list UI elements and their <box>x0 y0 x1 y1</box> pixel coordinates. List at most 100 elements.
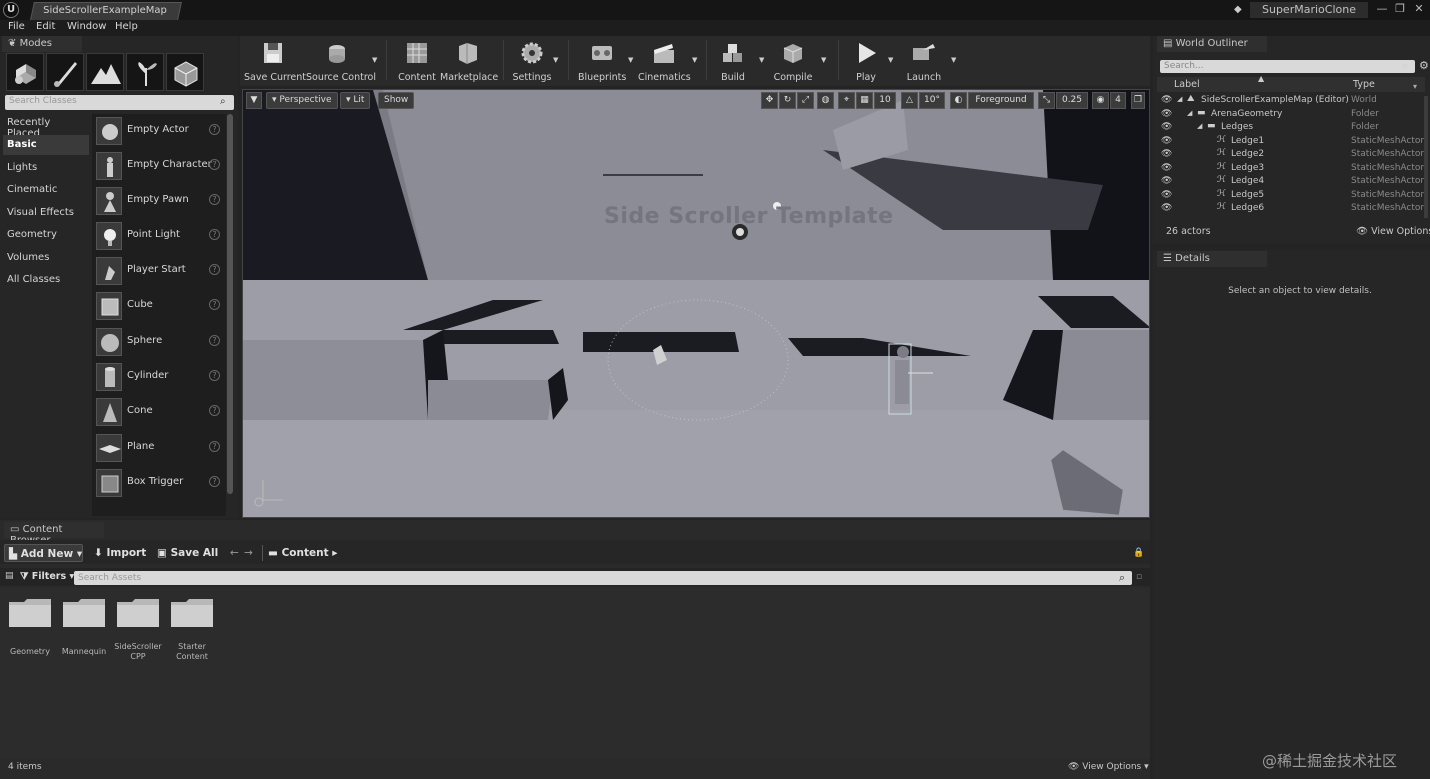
back-arrow-icon[interactable]: ← <box>230 544 239 562</box>
unreal-logo-icon[interactable]: U <box>3 2 19 18</box>
class-item-cylinder[interactable]: Cylinder ? <box>94 361 224 393</box>
world-outliner-tab[interactable]: ▤ World Outliner <box>1157 36 1267 52</box>
chevron-down-icon[interactable]: ▼ <box>628 56 636 64</box>
help-icon[interactable]: ? <box>209 405 220 416</box>
asset-folder[interactable]: SideScroller CPP <box>114 598 162 670</box>
outliner-row[interactable]: 👁 ℋ Ledge3 StaticMeshActor <box>1157 162 1425 176</box>
visibility-eye-icon[interactable]: 👁 <box>1161 176 1172 186</box>
help-icon[interactable]: ? <box>209 194 220 205</box>
save-search-icon[interactable]: ▫ <box>1136 572 1142 582</box>
show-button[interactable]: Show <box>378 92 415 109</box>
settings-button[interactable]: Settings <box>510 38 554 83</box>
maximize-viewport-icon[interactable]: ❐ <box>1131 92 1145 109</box>
marketplace-button[interactable]: Marketplace <box>440 38 498 83</box>
sort-ascending-icon[interactable]: ▲ <box>1258 74 1264 83</box>
category-all-classes[interactable]: All Classes <box>3 270 89 290</box>
class-item-empty-character[interactable]: Empty Character ? <box>94 150 224 182</box>
menu-window[interactable]: Window <box>67 21 106 32</box>
help-icon[interactable]: ? <box>209 264 220 275</box>
map-document-tab[interactable]: SideScrollerExampleMap <box>30 2 182 20</box>
close-button[interactable]: ✕ <box>1410 1 1428 17</box>
import-button[interactable]: ⬇ Import <box>94 544 146 562</box>
category-volumes[interactable]: Volumes <box>3 248 89 268</box>
lit-button[interactable]: ▾ Lit <box>340 92 371 109</box>
cinematics-button[interactable]: Cinematics <box>638 38 691 83</box>
build-button[interactable]: Build <box>714 38 752 83</box>
outliner-row[interactable]: 👁 ◢ ⛰ SideScrollerExampleMap (Editor) World <box>1157 94 1425 108</box>
save-current-button[interactable]: Save Current <box>244 38 306 83</box>
outliner-view-options-button[interactable]: 👁 View Options <box>1356 226 1430 237</box>
search-icon[interactable]: ⌕ <box>220 96 232 108</box>
visibility-eye-icon[interactable]: 👁 <box>1161 163 1172 173</box>
category-lights[interactable]: Lights <box>3 158 89 178</box>
expand-arrow-icon[interactable]: ◢ <box>1187 109 1192 117</box>
paint-mode-icon[interactable] <box>46 53 84 91</box>
class-item-player-start[interactable]: Player Start ? <box>94 255 224 287</box>
asset-folder[interactable]: Starter Content <box>168 598 216 670</box>
class-item-cone[interactable]: Cone ? <box>94 396 224 428</box>
content-browser-tab[interactable]: ▭ Content Browser <box>4 522 104 546</box>
source-control-button[interactable]: Source Control <box>306 38 376 83</box>
menu-file[interactable]: File <box>8 21 25 32</box>
chevron-down-icon[interactable]: ▼ <box>692 56 700 64</box>
search-icon[interactable]: ⌕ <box>1119 571 1125 585</box>
chevron-down-icon[interactable]: ▼ <box>759 56 767 64</box>
visibility-eye-icon[interactable]: 👁 <box>1161 122 1172 132</box>
outliner-row[interactable]: 👁 ℋ Ledge6 StaticMeshActor <box>1157 202 1425 216</box>
outliner-search-input[interactable]: Search... <box>1160 60 1415 73</box>
visibility-eye-icon[interactable]: 👁 <box>1161 95 1172 105</box>
rotation-snap-icon[interactable]: △ <box>901 92 918 109</box>
content-button[interactable]: Content <box>396 38 438 83</box>
add-new-button[interactable]: ▙ Add New ▾ <box>4 544 83 562</box>
perspective-button[interactable]: ▾ Perspective <box>266 92 338 109</box>
help-icon[interactable]: ? <box>209 335 220 346</box>
viewport-options-button[interactable]: ▼ <box>246 92 262 109</box>
category-geometry[interactable]: Geometry <box>3 225 89 245</box>
chevron-down-icon[interactable]: ▼ <box>888 56 896 64</box>
category-cinematic[interactable]: Cinematic <box>3 180 89 200</box>
column-type[interactable]: Type <box>1353 79 1375 90</box>
chevron-down-icon[interactable]: ▼ <box>821 56 829 64</box>
class-item-cube[interactable]: Cube ? <box>94 290 224 322</box>
scale-snap-icon[interactable]: ⤡ <box>1038 92 1055 109</box>
outliner-row[interactable]: 👁 ℋ Ledge4 StaticMeshActor <box>1157 175 1425 189</box>
category-recently-placed[interactable]: Recently Placed <box>3 113 89 139</box>
content-browser-view-options-button[interactable]: 👁 View Options ▾ <box>1068 762 1149 772</box>
class-item-empty-actor[interactable]: Empty Actor ? <box>94 115 224 147</box>
help-icon[interactable]: ? <box>209 159 220 170</box>
class-item-empty-pawn[interactable]: Empty Pawn ? <box>94 185 224 217</box>
surface-snap-icon[interactable]: ⌖ <box>838 92 855 109</box>
world-space-icon[interactable]: ◍ <box>817 92 834 109</box>
help-icon[interactable]: ? <box>209 299 220 310</box>
column-label[interactable]: Label <box>1174 79 1200 90</box>
details-tab[interactable]: ☰ Details <box>1157 251 1267 267</box>
visibility-eye-icon[interactable]: 👁 <box>1161 190 1172 200</box>
help-icon[interactable]: ? <box>209 370 220 381</box>
menu-edit[interactable]: Edit <box>36 21 55 32</box>
menu-help[interactable]: Help <box>115 21 138 32</box>
scale-gizmo-icon[interactable]: ⤢ <box>797 92 814 109</box>
place-mode-icon[interactable] <box>6 53 44 91</box>
add-filter-icon[interactable]: ⚙ <box>1419 59 1429 72</box>
rotation-snap-value[interactable]: 10° <box>919 92 945 109</box>
chevron-down-icon[interactable]: ▼ <box>372 56 380 64</box>
grid-snap-value[interactable]: 10 <box>874 92 896 109</box>
expand-arrow-icon[interactable]: ◢ <box>1197 122 1202 130</box>
class-item-box-trigger[interactable]: Box Trigger ? <box>94 467 224 499</box>
source-tree-toggle-icon[interactable]: ▤ <box>5 571 14 581</box>
outliner-row[interactable]: 👁 ℋ Ledge2 StaticMeshActor <box>1157 148 1425 162</box>
camera-layer-icon[interactable]: ◐ <box>950 92 967 109</box>
visibility-eye-icon[interactable]: 👁 <box>1161 149 1172 159</box>
help-icon[interactable]: ? <box>209 476 220 487</box>
search-icon[interactable]: ⌕ <box>1402 59 1408 73</box>
level-viewport[interactable] <box>242 89 1150 518</box>
foliage-mode-icon[interactable] <box>126 53 164 91</box>
class-list-scrollbar[interactable] <box>227 114 233 494</box>
blueprints-button[interactable]: Blueprints <box>578 38 626 83</box>
help-icon[interactable]: ? <box>209 124 220 135</box>
outliner-row[interactable]: 👁 ◢ ▬ ArenaGeometry Folder <box>1157 108 1425 122</box>
modes-tab[interactable]: ❦ Modes <box>2 36 82 52</box>
chevron-down-icon[interactable]: ▼ <box>951 56 959 64</box>
outliner-scrollbar[interactable] <box>1424 96 1428 218</box>
landscape-mode-icon[interactable] <box>86 53 124 91</box>
